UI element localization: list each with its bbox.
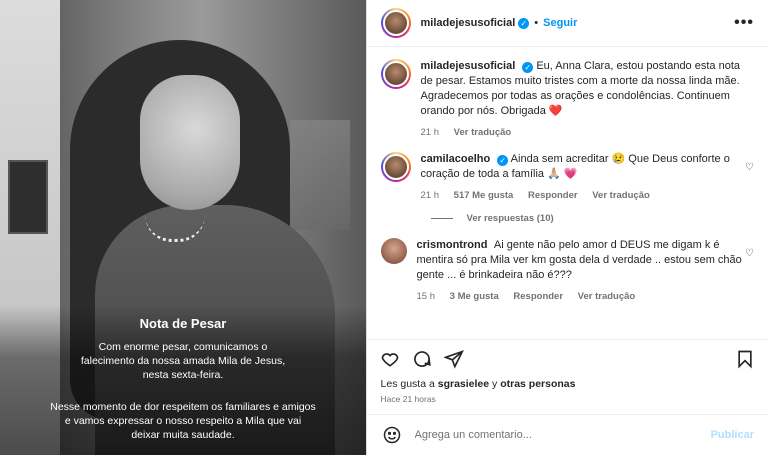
comment-username[interactable]: crismontrond: [417, 239, 488, 251]
author-avatar[interactable]: [380, 8, 411, 38]
verified-icon: ✓: [518, 17, 530, 29]
follow-button[interactable]: Seguir: [543, 17, 577, 29]
likes-connector: y: [492, 378, 498, 390]
bookmark-icon[interactable]: [734, 348, 756, 370]
comment-translate-link[interactable]: Ver tradução: [592, 190, 650, 201]
add-comment-bar: Publicar: [366, 414, 768, 455]
portrait-face: [140, 75, 240, 210]
post-image[interactable]: Nota de Pesar Com enorme pesar, comunica…: [0, 0, 366, 455]
comment-item: camilacoelho ✓ Ainda sem acreditar 😢 Que …: [380, 152, 754, 203]
view-replies-button[interactable]: Ver respuestas (10): [430, 213, 754, 224]
author-username[interactable]: miladejesusoficial: [421, 17, 516, 29]
comment-time[interactable]: 21 h: [421, 190, 440, 201]
publish-button[interactable]: Publicar: [711, 429, 754, 441]
reply-button[interactable]: Responder: [513, 291, 563, 302]
comment-time[interactable]: 15 h: [417, 291, 436, 302]
wall-frame: [8, 160, 48, 234]
comment-like-heart-icon[interactable]: ♡: [745, 248, 754, 259]
caption-avatar[interactable]: [380, 59, 411, 89]
comment-username[interactable]: camilacoelho: [421, 153, 491, 165]
emoji-icon[interactable]: [381, 424, 403, 446]
background-shelf: [290, 120, 350, 230]
caption-username[interactable]: miladejesusoficial: [421, 60, 516, 72]
heart-icon[interactable]: [379, 348, 401, 370]
share-icon[interactable]: [443, 348, 465, 370]
instagram-post-modal: Nota de Pesar Com enorme pesar, comunica…: [0, 0, 768, 455]
replies-line: [430, 218, 453, 219]
likes-summary: Les gusta a sgrasielee y otras personas: [367, 378, 768, 390]
likes-prefix: Les gusta a: [380, 378, 435, 390]
nota-title: Nota de Pesar: [139, 316, 227, 331]
caption: miladejesusoficial ✓ Eu, Anna Clara, esto…: [380, 59, 754, 140]
post-timestamp[interactable]: Hace 21 horas: [367, 390, 768, 404]
comments-list[interactable]: miladejesusoficial ✓ Eu, Anna Clara, esto…: [367, 47, 768, 339]
view-replies-label[interactable]: Ver respuestas (10): [467, 213, 554, 224]
verified-icon: ✓: [522, 62, 534, 73]
comment-icon[interactable]: [411, 348, 433, 370]
likes-user[interactable]: sgrasielee: [438, 378, 489, 390]
comment-like-heart-icon[interactable]: ♡: [745, 162, 754, 173]
comment-item: crismontrond Ai gente não pelo amor d DE…: [380, 238, 754, 304]
comment-likes[interactable]: 517 Me gusta: [454, 190, 514, 201]
comment-input[interactable]: [412, 428, 711, 442]
comment-likes[interactable]: 3 Me gusta: [450, 291, 499, 302]
likes-others[interactable]: otras personas: [500, 378, 575, 390]
more-icon[interactable]: •••: [734, 14, 754, 32]
nota-paragraph-2: Nesse momento de dor respeitem os famili…: [50, 401, 316, 441]
action-bar: [366, 339, 768, 378]
caption-translate-link[interactable]: Ver tradução: [454, 127, 512, 138]
reply-button[interactable]: Responder: [528, 190, 578, 201]
separator-dot: •: [534, 17, 539, 29]
caption-time[interactable]: 21 h: [421, 127, 440, 138]
post-sidebar: miladejesusoficial ✓ • Seguir ••• milade…: [365, 0, 768, 455]
comment-avatar[interactable]: [380, 152, 411, 182]
post-header: miladejesusoficial ✓ • Seguir •••: [366, 0, 768, 47]
comment-avatar[interactable]: [380, 238, 407, 264]
comment-translate-link[interactable]: Ver tradução: [578, 291, 636, 302]
verified-icon: ✓: [497, 155, 509, 166]
nota-paragraph-1: Com enorme pesar, comunicamos o falecime…: [80, 341, 286, 381]
